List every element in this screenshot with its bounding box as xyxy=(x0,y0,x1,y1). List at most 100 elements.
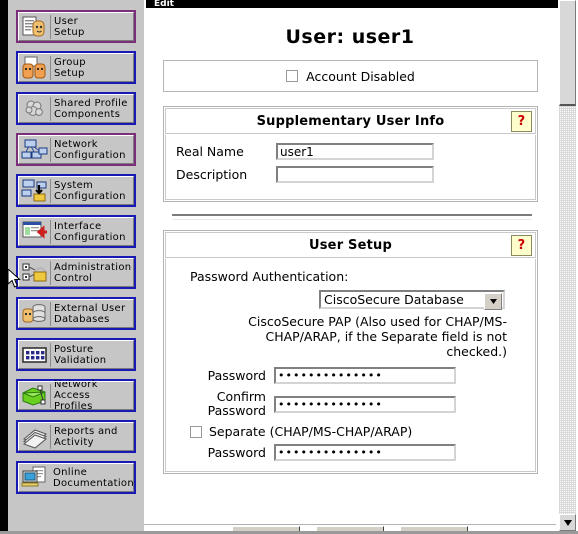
sidebar-item-label: Reports and Activity xyxy=(54,425,118,448)
real-name-row: Real Name xyxy=(176,143,525,160)
icon-label-divider xyxy=(50,55,51,80)
section-divider xyxy=(172,214,532,220)
icon-label-divider xyxy=(50,301,51,326)
sidebar-item-label: Interface Configuration xyxy=(54,220,126,243)
icon-label-divider xyxy=(50,137,51,162)
sidebar-item-label: Administration Control xyxy=(54,261,132,284)
sidebar-item-reports-and-activity[interactable]: Reports and Activity xyxy=(16,420,136,453)
password-authentication-value: CiscoSecure Database xyxy=(324,292,464,307)
left-black-gutter xyxy=(0,0,8,534)
account-disabled-checkbox[interactable] xyxy=(286,70,299,82)
help-icon-glyph: ? xyxy=(517,114,526,129)
network-configuration-icon xyxy=(20,136,50,163)
description-label: Description xyxy=(176,167,248,182)
icon-label-divider xyxy=(50,260,51,285)
scrollbar-down-arrow[interactable] xyxy=(559,514,576,531)
confirm-password-row: Confirm Password xyxy=(174,390,527,418)
supplementary-user-info-panel: Supplementary User Info ? Real Name Desc… xyxy=(163,106,538,202)
app-root: User Setup Group Setup Shared Profile Comp… xyxy=(0,0,578,534)
help-icon[interactable]: ? xyxy=(511,235,532,256)
edit-menubar[interactable]: Edit xyxy=(146,0,578,8)
user-setup-icon xyxy=(20,13,50,40)
sidebar-item-label: External User Databases xyxy=(54,302,126,325)
supplementary-user-info-header: Supplementary User Info ? xyxy=(165,108,536,134)
sidebar-item-network-access-profiles[interactable]: Network Access Profiles xyxy=(16,379,136,412)
password-authentication-select-wrap: CiscoSecure Database xyxy=(174,290,527,310)
password-label: Password xyxy=(207,368,266,383)
main-content: User: user1 Account Disabled Supplementa… xyxy=(144,8,556,534)
confirm-password-label: Confirm Password xyxy=(207,389,266,418)
sidebar-item-label: Shared Profile Components xyxy=(54,97,128,120)
sidebar-item-label: Online Documentation xyxy=(53,466,134,489)
sidebar-item-posture-validation[interactable]: Posture Validation xyxy=(16,338,136,371)
separate-label: Separate (CHAP/MS-CHAP/ARAP) xyxy=(209,424,413,439)
password-authentication-label: Password Authentication: xyxy=(190,269,349,284)
password-authentication-select[interactable]: CiscoSecure Database xyxy=(319,290,505,310)
external-user-databases-icon xyxy=(20,300,50,327)
sidebar-navigation: User Setup Group Setup Shared Profile Comp… xyxy=(8,0,144,534)
pap-note: CiscoSecure PAP (Also used for CHAP/MS-C… xyxy=(248,314,507,359)
button-bar-divider xyxy=(144,524,556,525)
sidebar-item-external-user-databases[interactable]: External User Databases xyxy=(16,297,136,330)
sidebar-item-system-configuration[interactable]: System Configuration xyxy=(16,174,136,207)
sidebar-item-interface-configuration[interactable]: Interface Configuration xyxy=(16,215,136,248)
supplementary-user-info-title: Supplementary User Info xyxy=(256,113,445,129)
password-input[interactable] xyxy=(274,367,456,384)
confirm-password-input[interactable] xyxy=(274,395,456,413)
interface-configuration-icon xyxy=(20,218,50,245)
sidebar-item-network-configuration[interactable]: Network Configuration xyxy=(16,133,136,166)
shared-profile-components-icon xyxy=(20,95,50,122)
sidebar-nav-list: User Setup Group Setup Shared Profile Comp… xyxy=(8,0,144,494)
sidebar-item-online-documentation[interactable]: Online Documentation xyxy=(16,461,136,494)
icon-label-divider xyxy=(50,383,51,408)
sidebar-item-label: Group Setup xyxy=(54,56,86,79)
separate-password-label: Password xyxy=(207,445,266,460)
real-name-input[interactable] xyxy=(276,143,434,160)
sidebar-item-user-setup[interactable]: User Setup xyxy=(16,10,136,43)
sidebar-item-label: Network Access Profiles xyxy=(53,379,98,412)
sidebar-item-label: Posture Validation xyxy=(54,343,107,366)
separate-password-row: Password xyxy=(174,444,527,461)
group-setup-icon xyxy=(20,54,50,81)
edit-menu-label[interactable]: Edit xyxy=(154,0,174,8)
help-icon-glyph: ? xyxy=(517,238,526,253)
separate-password-input[interactable] xyxy=(274,444,456,461)
sidebar-item-shared-profile-components[interactable]: Shared Profile Components xyxy=(16,92,136,125)
account-disabled-row: Account Disabled xyxy=(164,67,537,85)
scrollbar-thumb[interactable] xyxy=(559,0,576,106)
separate-checkbox[interactable] xyxy=(190,425,202,438)
icon-label-divider xyxy=(50,178,51,203)
separate-row: Separate (CHAP/MS-CHAP/ARAP) xyxy=(190,424,527,439)
help-icon[interactable]: ? xyxy=(511,111,532,132)
account-disabled-label: Account Disabled xyxy=(306,68,415,84)
chevron-down-icon[interactable] xyxy=(484,293,502,310)
reports-and-activity-icon xyxy=(20,423,50,450)
vertical-scrollbar[interactable] xyxy=(558,0,578,534)
real-name-label: Real Name xyxy=(176,144,244,159)
sidebar-item-label: User Setup xyxy=(54,15,85,38)
sidebar-item-label: Network Configuration xyxy=(54,138,126,161)
user-setup-panel: User Setup ? Password Authentication: Ci… xyxy=(163,230,538,474)
sidebar-item-administration-control[interactable]: Administration Control xyxy=(16,256,136,289)
account-disabled-panel: Account Disabled xyxy=(163,60,538,92)
supplementary-user-info-body: Real Name Description xyxy=(165,135,536,200)
password-row: Password xyxy=(174,367,527,384)
icon-label-divider xyxy=(50,96,51,121)
icon-label-divider xyxy=(50,219,51,244)
icon-label-divider xyxy=(50,342,51,367)
description-row: Description xyxy=(176,166,525,183)
online-documentation-icon xyxy=(20,464,50,491)
network-access-profiles-icon xyxy=(20,382,50,409)
icon-label-divider xyxy=(50,424,51,449)
system-configuration-icon xyxy=(20,177,50,204)
page-title: User: user1 xyxy=(285,26,415,48)
user-setup-title: User Setup xyxy=(308,237,392,253)
sidebar-item-group-setup[interactable]: Group Setup xyxy=(16,51,136,84)
posture-validation-icon xyxy=(20,341,50,368)
description-input[interactable] xyxy=(276,166,434,183)
administration-control-icon xyxy=(20,259,50,286)
sidebar-item-label: System Configuration xyxy=(54,179,126,202)
icon-label-divider xyxy=(50,14,51,39)
user-setup-header: User Setup ? xyxy=(165,232,536,258)
user-setup-body: Password Authentication: CiscoSecure Dat… xyxy=(165,259,536,472)
